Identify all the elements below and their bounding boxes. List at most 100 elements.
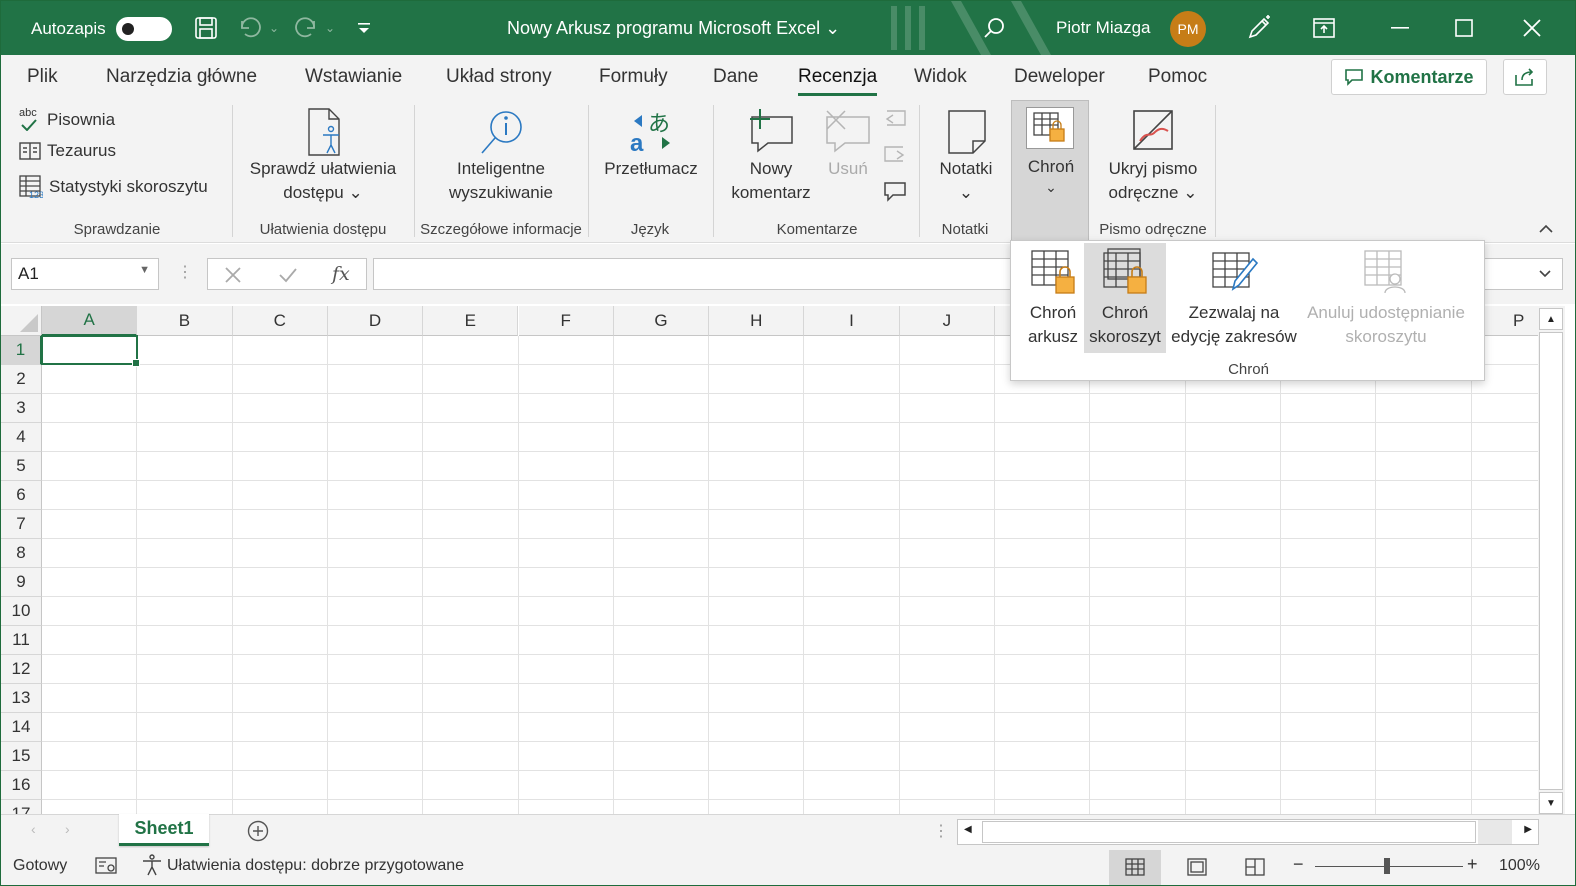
user-name[interactable]: Piotr Miazga [1056, 18, 1150, 38]
add-sheet-icon[interactable] [247, 820, 269, 842]
name-box[interactable]: A1 ▼ [11, 258, 159, 290]
pisownia-button[interactable]: abc Pisownia [19, 107, 115, 133]
row-header[interactable]: 5 [1, 452, 42, 481]
window-title[interactable]: Nowy Arkusz programu Microsoft Excel ⌄ [507, 18, 840, 39]
smart-lookup-button[interactable]: Inteligentne wyszukiwanie [431, 107, 571, 205]
collapse-ribbon-icon[interactable] [1538, 224, 1554, 234]
tab-pomoc[interactable]: Pomoc [1148, 66, 1207, 88]
ribbon-display-icon[interactable] [1311, 15, 1337, 41]
avatar[interactable]: PM [1170, 11, 1206, 47]
accessibility-status[interactable]: Ułatwienia dostępu: dobrze przygotowane [167, 857, 464, 875]
row-header[interactable]: 1 [1, 336, 42, 365]
save-icon[interactable] [193, 15, 219, 41]
row-header[interactable]: 4 [1, 423, 42, 452]
scroll-left-icon[interactable]: ◀ [964, 824, 972, 835]
show-comments-icon[interactable] [883, 181, 907, 203]
next-sheet-icon[interactable]: › [65, 821, 70, 837]
row-header[interactable]: 6 [1, 481, 42, 510]
column-header[interactable]: H [709, 306, 805, 336]
statystyki-button[interactable]: 123 Statystyki skoroszytu [19, 175, 208, 199]
redo-dropdown-icon[interactable]: ⌄ [317, 15, 343, 41]
row-header[interactable]: 3 [1, 394, 42, 423]
redo-icon[interactable] [293, 15, 319, 41]
row-header[interactable]: 9 [1, 568, 42, 597]
horizontal-scroll-thumb[interactable] [982, 821, 1476, 843]
scroll-right-icon[interactable]: ▶ [1524, 824, 1532, 835]
previous-comment-icon[interactable] [883, 109, 907, 131]
row-header[interactable]: 8 [1, 539, 42, 568]
share-button[interactable] [1503, 59, 1547, 95]
next-comment-icon[interactable] [883, 145, 907, 167]
selected-cell-a1[interactable] [41, 335, 140, 367]
row-header[interactable]: 16 [1, 771, 42, 800]
macro-recording-icon[interactable] [95, 856, 117, 876]
column-header[interactable]: F [518, 306, 614, 336]
undo-icon[interactable] [237, 15, 263, 41]
column-header[interactable]: C [232, 306, 328, 336]
select-all-button[interactable] [1, 306, 42, 336]
row-header[interactable]: 2 [1, 365, 42, 394]
tab-formuly[interactable]: Formuły [599, 66, 668, 88]
comments-button[interactable]: Komentarze [1331, 59, 1487, 95]
column-header[interactable]: E [423, 306, 519, 336]
minimize-icon[interactable] [1387, 15, 1413, 41]
zoom-out-icon[interactable]: − [1293, 854, 1304, 875]
row-header[interactable]: 7 [1, 510, 42, 539]
row-header[interactable]: 13 [1, 684, 42, 713]
accessibility-status-icon[interactable] [141, 854, 163, 876]
normal-view-button[interactable] [1109, 850, 1161, 885]
horizontal-scrollbar[interactable]: ◀ ▶ [957, 819, 1539, 845]
tab-deweloper[interactable]: Deweloper [1014, 66, 1105, 88]
page-layout-view-icon[interactable] [1187, 858, 1207, 876]
translate-button[interactable]: aあ Przetłumacz [601, 107, 701, 181]
tab-narzedzia-glowne[interactable]: Narzędzia główne [106, 66, 257, 88]
customize-toolbar-icon[interactable] [351, 15, 377, 41]
tab-dane[interactable]: Dane [713, 66, 758, 88]
unshare-workbook-button[interactable]: Anuluj udostępnianie skoroszytu [1301, 243, 1471, 353]
zoom-in-icon[interactable]: + [1467, 854, 1478, 875]
cancel-icon[interactable] [224, 266, 242, 284]
tezaurus-button[interactable]: Tezaurus [19, 141, 116, 161]
insert-function-icon[interactable]: fx [332, 263, 350, 285]
zoom-level[interactable]: 100% [1499, 857, 1540, 875]
row-header[interactable]: 12 [1, 655, 42, 684]
column-header[interactable]: B [137, 306, 233, 336]
maximize-icon[interactable] [1451, 15, 1477, 41]
formula-bar-splitter[interactable]: ⋮ [177, 262, 193, 282]
allow-edit-ranges-button[interactable]: Zezwalaj na edycję zakresów [1169, 243, 1299, 353]
vertical-scroll-thumb[interactable] [1539, 332, 1563, 790]
pen-icon[interactable] [1246, 15, 1272, 41]
notes-button[interactable]: Notatki ⌄ [931, 107, 1001, 205]
scroll-up-icon[interactable]: ▲ [1539, 308, 1563, 330]
row-header[interactable]: 17 [1, 800, 42, 814]
column-header[interactable]: I [804, 306, 900, 336]
row-header[interactable]: 10 [1, 597, 42, 626]
search-icon[interactable] [981, 15, 1007, 41]
tab-widok[interactable]: Widok [914, 66, 967, 88]
protect-workbook-button[interactable]: Chroń skoroszyt [1084, 243, 1166, 353]
tab-plik[interactable]: Plik [27, 66, 58, 88]
scroll-down-icon[interactable]: ▼ [1539, 792, 1563, 814]
undo-dropdown-icon[interactable]: ⌄ [261, 15, 287, 41]
close-icon[interactable] [1519, 15, 1545, 41]
worksheet-grid[interactable]: ABCDEFGHIJKLMNOP123456789101112131415161… [1, 306, 1538, 814]
column-header[interactable]: G [613, 306, 710, 336]
tab-wstawianie[interactable]: Wstawianie [305, 66, 402, 88]
sheet-tab-sheet1[interactable]: Sheet1 [119, 814, 209, 846]
hide-ink-button[interactable]: Ukryj pismo odręczne ⌄ [1099, 107, 1207, 205]
zoom-slider-thumb[interactable] [1384, 858, 1390, 874]
row-header[interactable]: 15 [1, 742, 42, 771]
column-header[interactable]: D [327, 306, 424, 336]
column-header[interactable]: A [42, 306, 138, 336]
autosave-toggle[interactable] [115, 17, 172, 41]
accessibility-check-button[interactable]: Sprawdź ułatwienia dostępu ⌄ [247, 107, 399, 205]
expand-formula-bar-icon[interactable] [1538, 269, 1552, 279]
delete-comment-button[interactable]: Usuń [821, 107, 875, 181]
sheet-bar-splitter[interactable]: ⋮ [933, 821, 949, 841]
row-header[interactable]: 11 [1, 626, 42, 655]
enter-icon[interactable] [278, 266, 298, 284]
page-break-view-icon[interactable] [1245, 858, 1265, 876]
protect-sheet-button[interactable]: Chroń arkusz [1021, 243, 1085, 353]
tab-uklad-strony[interactable]: Układ strony [446, 66, 552, 88]
row-header[interactable]: 14 [1, 713, 42, 742]
